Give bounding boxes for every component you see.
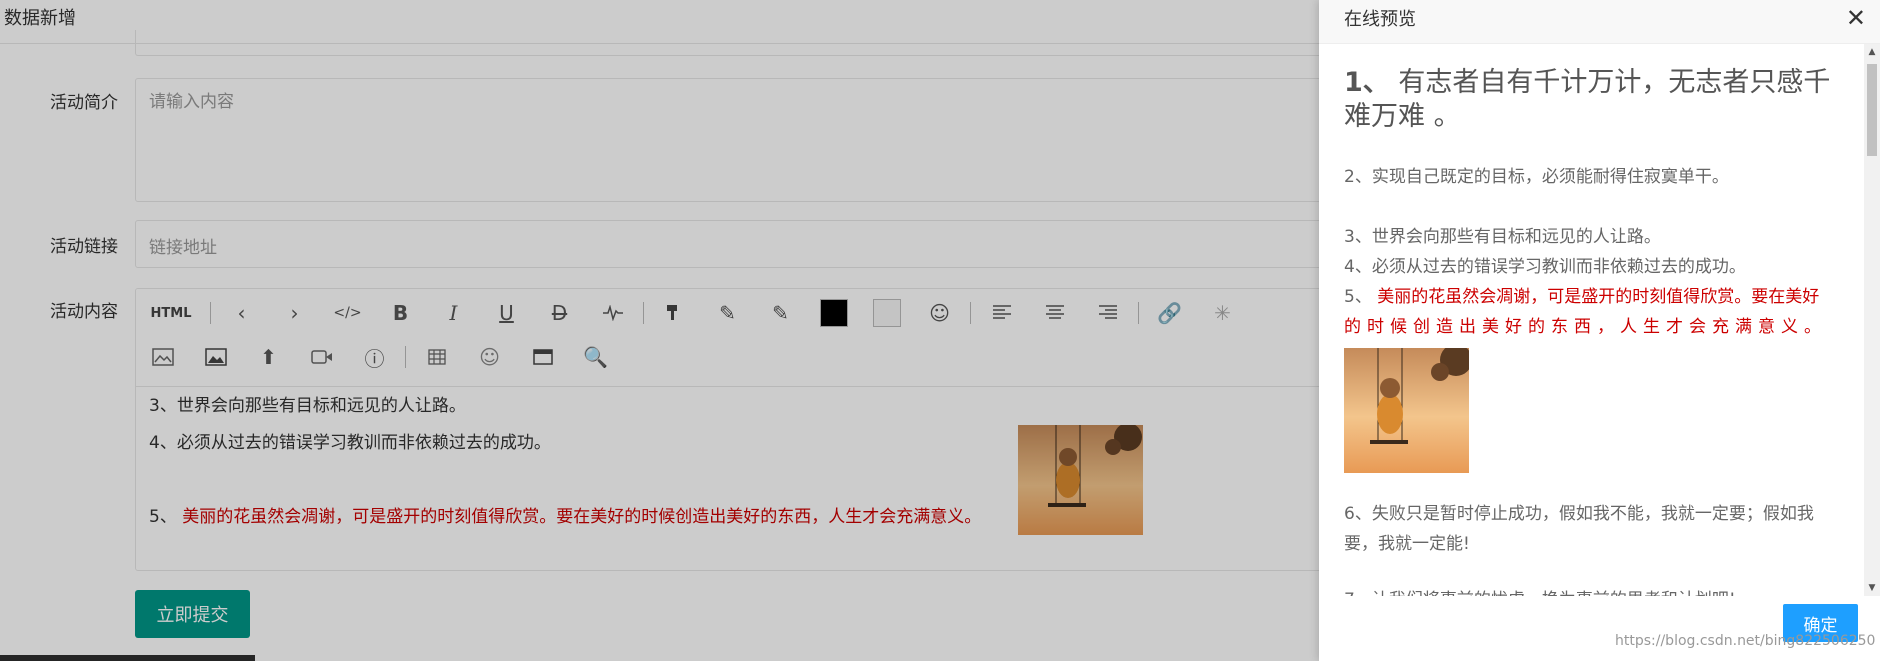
preview-p5-red-1: 美丽的花虽然会凋谢，可是盛开的时刻值得欣赏。要在美好 <box>1377 287 1820 307</box>
preview-p5-prefix: 5、 <box>1344 287 1378 307</box>
preview-p2: 2、实现自己既定的目标，必须能耐得住寂寞单干。 <box>1344 167 1729 187</box>
preview-p3: 3、世界会向那些有目标和远见的人让路。 <box>1344 227 1661 247</box>
scroll-thumb[interactable] <box>1867 64 1877 156</box>
preview-content: 1、 有志者自有千计万计，无志者只感千难万难 。 2、实现自己既定的目标，必须能… <box>1319 44 1864 596</box>
preview-drawer: 在线预览 ✕ 1、 有志者自有千计万计，无志者只感千难万难 。 2、实现自己既定… <box>1319 0 1880 661</box>
scroll-up-arrow-icon[interactable]: ▲ <box>1864 44 1880 60</box>
preview-scrollbar[interactable]: ▲ ▼ <box>1864 44 1880 596</box>
preview-p5: 5、 美丽的花虽然会凋谢，可是盛开的时刻值得欣赏。要在美好 <box>1344 282 1844 312</box>
preview-p5-red-2: 的时候创造出美好的东西，人生才会充满意义。 <box>1344 317 1827 337</box>
preview-heading-num: 1、 <box>1344 67 1390 98</box>
drawer-header: 在线预览 ✕ <box>1319 0 1880 44</box>
preview-swing-image <box>1344 344 1472 473</box>
preview-p4: 4、必须从过去的错误学习教训而非依赖过去的成功。 <box>1344 257 1746 277</box>
preview-p7: 7、让我们将事前的忧虑，换为事前的思考和计划吧! <box>1344 585 1844 596</box>
csdn-watermark: https://blog.csdn.net/bing822506250 <box>1615 633 1876 649</box>
close-icon[interactable]: ✕ <box>1846 4 1866 32</box>
preview-heading-text: 有志者自有千计万计，无志者只感千难万难 。 <box>1344 67 1831 132</box>
scroll-down-arrow-icon[interactable]: ▼ <box>1864 580 1880 596</box>
preview-p6: 6、失败只是暂时停止成功，假如我不能，我就一定要；假如我要，我就一定能! <box>1344 504 1814 554</box>
drawer-title: 在线预览 <box>1344 9 1416 30</box>
preview-heading: 1、 有志者自有千计万计，无志者只感千难万难 。 <box>1344 66 1844 134</box>
